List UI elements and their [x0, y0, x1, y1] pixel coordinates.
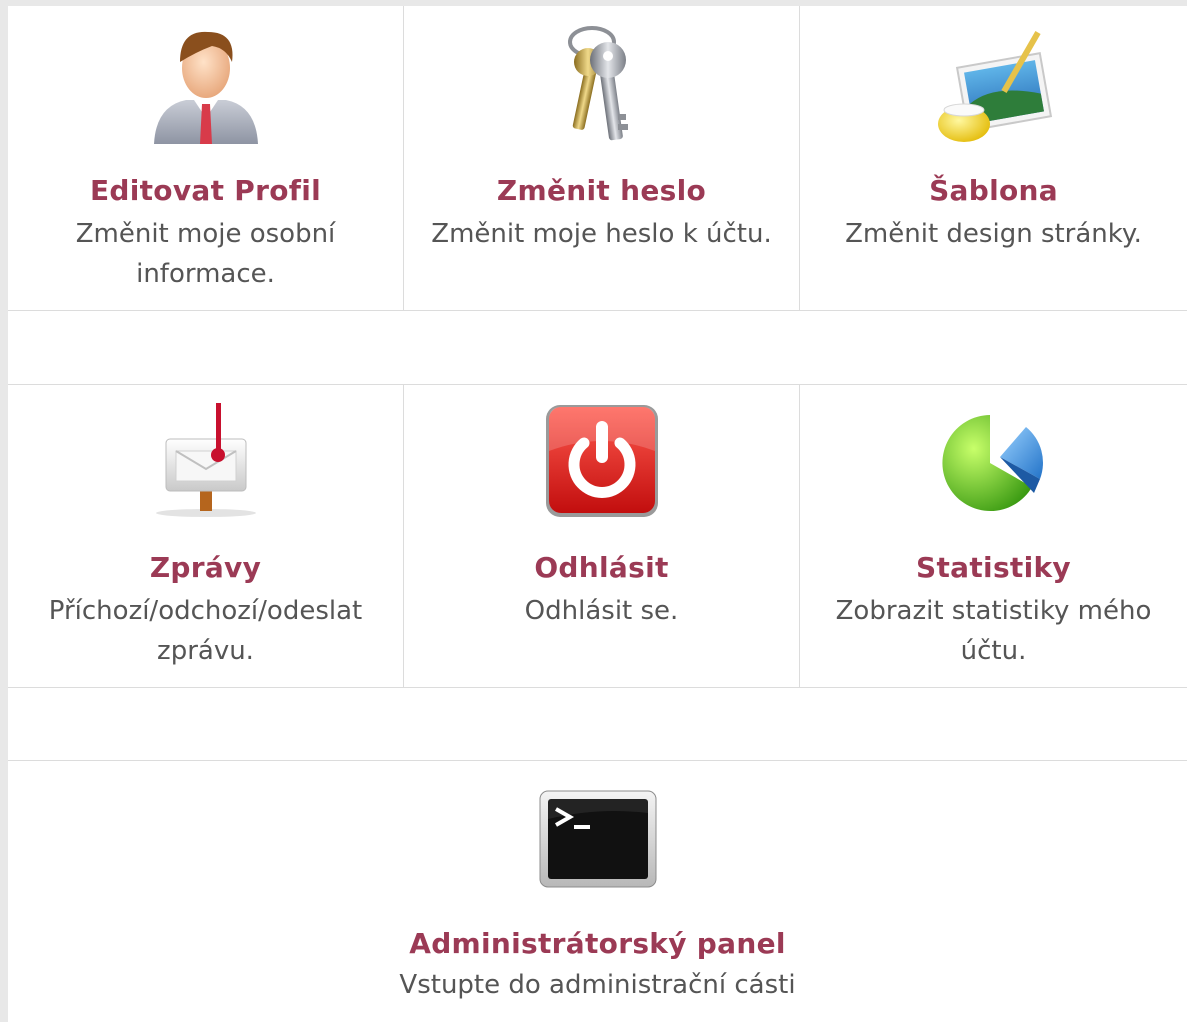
tile-change-password[interactable]: Změnit heslo Změnit moje heslo k účtu.	[404, 6, 800, 310]
tile-description: Zobrazit statistiky mého účtu.	[835, 596, 1152, 666]
tile-logout[interactable]: Odhlásit Odhlásit se.	[404, 385, 800, 687]
tile-description: Změnit design stránky.	[845, 219, 1142, 249]
tile-messages[interactable]: Zprávy Příchozí/odchozí/odeslat zprávu.	[8, 385, 404, 687]
tile-statistics[interactable]: Statistiky Zobrazit statistiky mého účtu…	[800, 385, 1187, 687]
tile-description: Změnit moje osobní informace.	[75, 219, 336, 289]
tile-row: Editovat Profil Změnit moje osobní infor…	[8, 6, 1187, 311]
mailbox-icon	[146, 401, 266, 525]
tile-row: Administrátorský panel Vstupte do admini…	[8, 760, 1187, 1023]
tile-title[interactable]: Odhlásit	[404, 551, 799, 584]
tile-description: Příchozí/odchozí/odeslat zprávu.	[48, 596, 363, 666]
tile-title[interactable]: Změnit heslo	[404, 174, 799, 207]
tile-title[interactable]: Administrátorský panel	[8, 927, 1187, 960]
tile-title[interactable]: Šablona	[800, 174, 1187, 207]
tile-title[interactable]: Editovat Profil	[8, 174, 403, 207]
tile-description: Odhlásit se.	[524, 596, 679, 626]
user-profile-icon	[146, 22, 266, 146]
pie-chart-icon	[934, 401, 1054, 525]
tile-title[interactable]: Zprávy	[8, 551, 403, 584]
keys-icon	[542, 22, 662, 146]
tile-admin-panel[interactable]: Administrátorský panel Vstupte do admini…	[8, 761, 1187, 1023]
tile-template[interactable]: Šablona Změnit design stránky.	[800, 6, 1187, 310]
tile-title[interactable]: Statistiky	[800, 551, 1187, 584]
terminal-icon	[538, 783, 658, 907]
tile-description: Změnit moje heslo k účtu.	[431, 219, 772, 249]
power-icon	[542, 401, 662, 525]
tile-description: Vstupte do administrační cásti	[399, 970, 796, 1000]
tile-row: Zprávy Příchozí/odchozí/odeslat zprávu. …	[8, 384, 1187, 688]
tile-edit-profile[interactable]: Editovat Profil Změnit moje osobní infor…	[8, 6, 404, 310]
template-paint-icon	[934, 22, 1054, 146]
